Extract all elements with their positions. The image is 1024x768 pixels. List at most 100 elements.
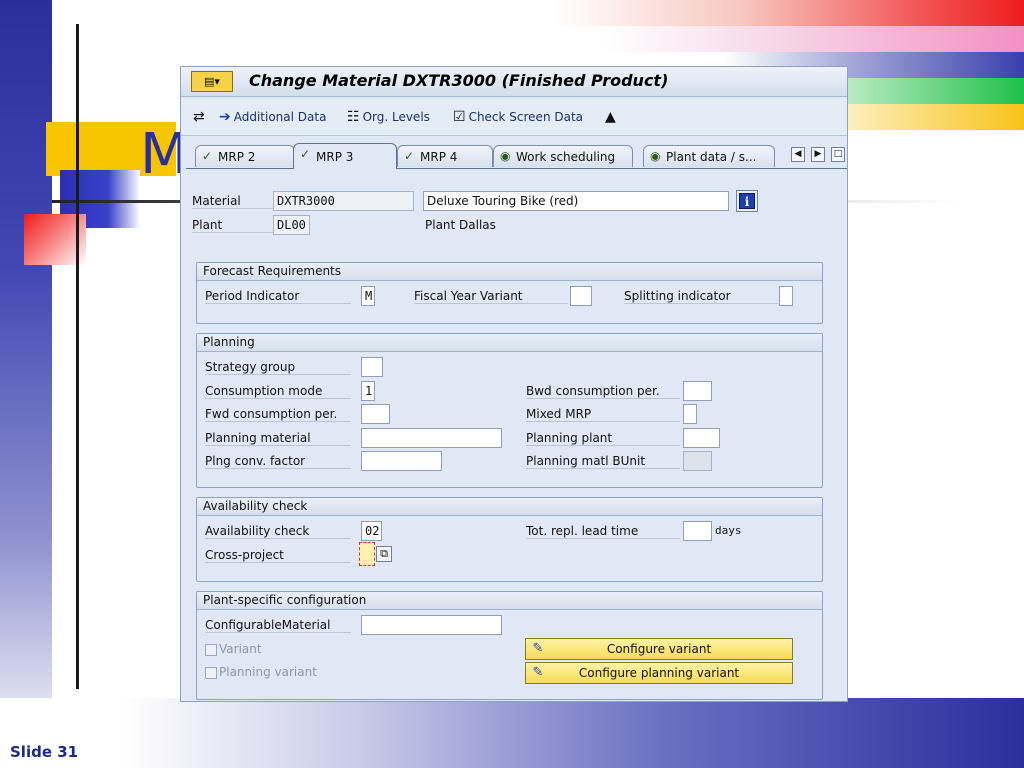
consumption-mode-label: Consumption mode: [205, 384, 351, 399]
tab-label: MRP 4: [420, 149, 458, 164]
period-indicator-field[interactable]: M: [361, 286, 375, 306]
planning-material-field[interactable]: [361, 428, 502, 448]
slide-bottom-band: [0, 698, 1024, 768]
arrow-right-icon: ➔: [219, 109, 231, 125]
slide-number: Slide 31: [10, 743, 79, 761]
radio-icon: ◉: [650, 149, 661, 163]
tab-label: MRP 2: [218, 149, 256, 164]
edit-icon: ✎: [532, 665, 544, 680]
check-icon: ☑: [453, 109, 466, 125]
hierarchy-icon: ☷: [347, 109, 360, 125]
plng-conv-factor-label: Plng conv. factor: [205, 454, 351, 469]
other-material-button[interactable]: ⇄: [193, 108, 205, 126]
fiscal-year-variant-field[interactable]: [570, 286, 592, 306]
availability-check-field[interactable]: 02: [361, 521, 382, 541]
slide-stripe-pink: [604, 26, 1024, 52]
tab-list-icon[interactable]: □: [831, 147, 845, 162]
total-repl-lead-time-label: Tot. repl. lead time: [526, 524, 680, 539]
configure-planning-variant-button[interactable]: ✎ Configure planning variant: [525, 662, 793, 684]
tab-mrp-3[interactable]: ✓ MRP 3: [293, 143, 397, 169]
group-title: Plant-specific configuration: [197, 592, 822, 610]
strategy-group-label: Strategy group: [205, 360, 351, 375]
application-toolbar: ⇄ ➔ Additional Data ☷ Org. Levels ☑ Chec…: [181, 98, 847, 136]
tab-label: Work scheduling: [516, 149, 616, 164]
lock-button[interactable]: ▲: [605, 108, 616, 126]
configure-variant-button[interactable]: ✎ Configure variant: [525, 638, 793, 660]
tab-label: Plant data / s...: [666, 149, 757, 164]
consumption-mode-field[interactable]: 1: [361, 381, 375, 401]
checkmark-icon: ✓: [404, 149, 415, 163]
planning-variant-checkbox[interactable]: [205, 667, 217, 679]
switch-icon: ⇄: [193, 109, 205, 125]
variant-checkbox-label: Variant: [219, 642, 262, 656]
cross-project-label: Cross-project: [205, 548, 351, 563]
mixed-mrp-field[interactable]: [683, 404, 697, 424]
tab-mrp-2[interactable]: ✓ MRP 2: [195, 145, 295, 167]
configurable-material-field[interactable]: [361, 615, 502, 635]
configurable-material-label: ConfigurableMaterial: [205, 618, 351, 633]
group-availability-check: Availability check Availability check 02…: [196, 497, 823, 582]
tab-scroll-right-icon[interactable]: ▶: [811, 147, 825, 162]
checkmark-icon: ✓: [300, 147, 311, 161]
sap-window: ▤▾ Change Material DXTR3000 (Finished Pr…: [180, 66, 848, 702]
group-title: Planning: [197, 334, 822, 352]
days-unit-label: days: [715, 524, 742, 537]
planning-plant-field[interactable]: [683, 428, 720, 448]
plant-description: Plant Dallas: [425, 218, 496, 232]
org-levels-button[interactable]: ☷ Org. Levels: [347, 108, 430, 126]
planning-plant-label: Planning plant: [526, 431, 680, 446]
bwd-consumption-field[interactable]: [683, 381, 712, 401]
cross-project-field[interactable]: [359, 542, 375, 566]
period-indicator-label: Period Indicator: [205, 289, 351, 304]
window-title: Change Material DXTR3000 (Finished Produ…: [249, 71, 669, 90]
group-plant-specific-configuration: Plant-specific configuration Configurabl…: [196, 591, 823, 700]
plant-label: Plant: [192, 218, 274, 233]
group-title: Availability check: [197, 498, 822, 516]
group-title: Forecast Requirements: [197, 263, 822, 281]
variant-checkbox[interactable]: [205, 644, 217, 656]
planning-matl-bunit-label: Planning matl BUnit: [526, 454, 680, 469]
tab-panel-mrp-3: Material DXTR3000 Deluxe Touring Bike (r…: [186, 168, 847, 701]
availability-check-label: Availability check: [205, 524, 351, 539]
tab-plant-data[interactable]: ◉ Plant data / s...: [643, 145, 775, 167]
total-repl-lead-time-field[interactable]: [683, 521, 712, 541]
radio-icon: ◉: [500, 149, 511, 163]
check-screen-data-label: Check Screen Data: [468, 110, 584, 124]
material-label: Material: [192, 194, 274, 209]
tab-scroll-left-icon[interactable]: ◀: [791, 147, 805, 162]
fiscal-year-variant-label: Fiscal Year Variant: [414, 289, 568, 304]
slide-left-bar: [0, 0, 52, 768]
additional-data-button[interactable]: ➔ Additional Data: [219, 108, 326, 126]
group-planning: Planning Strategy group Consumption mode…: [196, 333, 823, 488]
menu-icon[interactable]: ▤▾: [191, 71, 233, 92]
group-forecast-requirements: Forecast Requirements Period Indicator M…: [196, 262, 823, 324]
fwd-consumption-label: Fwd consumption per.: [205, 407, 351, 422]
copy-icon[interactable]: ⧉: [376, 546, 392, 562]
mixed-mrp-label: Mixed MRP: [526, 407, 680, 422]
configure-variant-label: Configure variant: [606, 642, 712, 656]
check-screen-data-button[interactable]: ☑ Check Screen Data: [453, 108, 583, 126]
info-icon[interactable]: i: [736, 190, 758, 212]
configure-planning-variant-label: Configure planning variant: [578, 666, 740, 680]
material-description-field: Deluxe Touring Bike (red): [423, 191, 729, 211]
plng-conv-factor-field[interactable]: [361, 451, 442, 471]
slide-stripe-red: [554, 0, 1024, 26]
tab-work-scheduling[interactable]: ◉ Work scheduling: [493, 145, 633, 167]
fwd-consumption-field[interactable]: [361, 404, 390, 424]
tab-mrp-4[interactable]: ✓ MRP 4: [397, 145, 493, 167]
org-levels-label: Org. Levels: [362, 110, 430, 124]
window-titlebar: ▤▾ Change Material DXTR3000 (Finished Pr…: [181, 67, 847, 97]
additional-data-label: Additional Data: [233, 110, 327, 124]
tab-label: MRP 3: [316, 149, 354, 164]
strategy-group-field[interactable]: [361, 357, 383, 377]
splitting-indicator-field[interactable]: [779, 286, 793, 306]
planning-matl-bunit-field: [683, 451, 712, 471]
plant-field: DL00: [273, 215, 310, 235]
splitting-indicator-label: Splitting indicator: [624, 289, 778, 304]
edit-icon: ✎: [532, 641, 544, 656]
lock-icon: ▲: [605, 109, 616, 125]
tab-strip: ✓ MRP 2 ✓ MRP 3 ✓ MRP 4 ◉ Work schedulin…: [181, 139, 847, 169]
bwd-consumption-label: Bwd consumption per.: [526, 384, 680, 399]
material-field: DXTR3000: [273, 191, 414, 211]
checkmark-icon: ✓: [202, 149, 213, 163]
